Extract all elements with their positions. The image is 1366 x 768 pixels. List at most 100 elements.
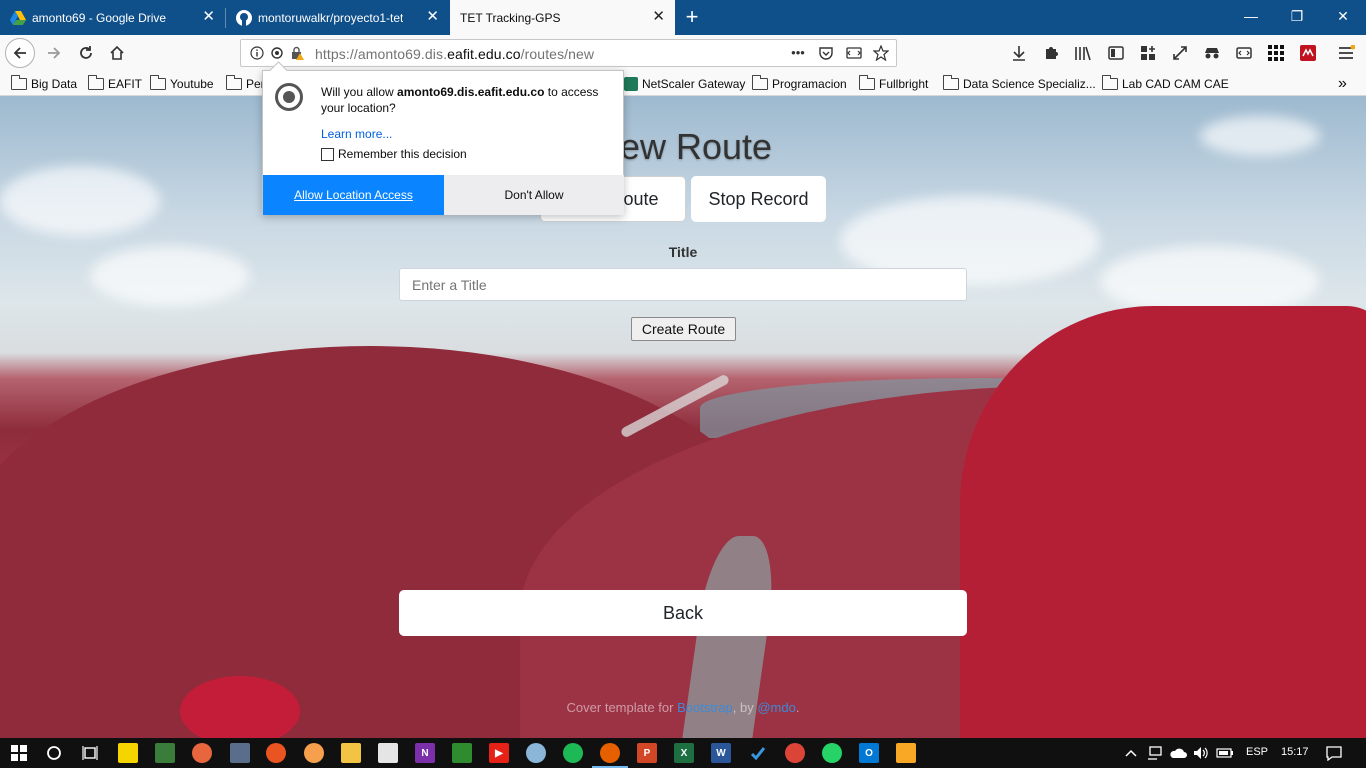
close-tab-icon[interactable]: ✕ bbox=[426, 9, 439, 25]
menu-hamburger-icon[interactable] bbox=[1336, 43, 1356, 63]
bookmarks-toolbar: Big Data EAFIT Youtube Per NetScaler Gat… bbox=[0, 72, 1366, 96]
app-icon-green[interactable] bbox=[155, 743, 175, 763]
library-icon[interactable] bbox=[1073, 43, 1093, 63]
folder-icon bbox=[150, 75, 166, 90]
apps-grid-icon[interactable] bbox=[1266, 43, 1286, 63]
spotify-icon[interactable] bbox=[563, 743, 583, 763]
remember-decision-checkbox[interactable]: Remember this decision bbox=[321, 147, 467, 161]
bookmark-folder[interactable]: Big Data bbox=[11, 75, 77, 93]
todo-check-icon[interactable] bbox=[748, 743, 768, 763]
outlook-icon[interactable]: O bbox=[859, 743, 879, 763]
bookmark-label: EAFIT bbox=[108, 77, 143, 91]
sublime-text-icon[interactable] bbox=[896, 743, 916, 763]
responsive-design-icon[interactable] bbox=[1234, 43, 1254, 63]
stop-record-button[interactable]: Stop Record bbox=[691, 176, 826, 222]
windows-start-icon[interactable] bbox=[9, 743, 29, 763]
powerpoint-icon[interactable]: P bbox=[637, 743, 657, 763]
battery-icon[interactable] bbox=[1215, 743, 1235, 763]
bookmark-label: NetScaler Gateway bbox=[642, 77, 746, 91]
bookmark-folder[interactable]: Per bbox=[226, 75, 265, 93]
firefox-icon[interactable] bbox=[600, 743, 620, 763]
reload-icon bbox=[80, 46, 92, 59]
page-actions-icon[interactable]: ••• bbox=[787, 44, 809, 60]
learn-more-link[interactable]: Learn more... bbox=[321, 127, 392, 141]
permission-prompt: Will you allow amonto69.dis.eafit.edu.co… bbox=[321, 84, 611, 116]
minimize-window-icon[interactable]: — bbox=[1228, 0, 1274, 33]
youtube-icon[interactable]: ▶ bbox=[489, 743, 509, 763]
restore-window-icon[interactable]: ❐ bbox=[1274, 0, 1320, 33]
url-text[interactable]: https://amonto69.dis.eafit.edu.co/routes… bbox=[315, 46, 594, 62]
dont-allow-button[interactable]: Don't Allow bbox=[444, 175, 624, 215]
language-indicator[interactable]: ESP bbox=[1246, 746, 1268, 758]
fullscreen-icon[interactable] bbox=[1170, 43, 1190, 63]
bookmark-folder[interactable]: Data Science Specializ... bbox=[943, 75, 1096, 93]
create-route-button[interactable]: Create Route bbox=[631, 317, 736, 341]
app-icon-blue[interactable] bbox=[230, 743, 250, 763]
volume-icon[interactable] bbox=[1191, 743, 1211, 763]
tab-label: TET Tracking-GPS bbox=[460, 10, 561, 25]
tab-tet-tracking[interactable]: TET Tracking-GPS ✕ bbox=[450, 0, 675, 35]
bookmark-label: Youtube bbox=[170, 77, 214, 91]
jupyter-icon[interactable] bbox=[304, 743, 324, 763]
network-icon[interactable] bbox=[1145, 743, 1165, 763]
pocket-icon[interactable] bbox=[818, 45, 834, 61]
word-icon[interactable]: W bbox=[711, 743, 731, 763]
remember-label: Remember this decision bbox=[338, 147, 467, 161]
onenote-icon[interactable]: N bbox=[415, 743, 435, 763]
onedrive-cloud-icon[interactable] bbox=[1168, 743, 1188, 763]
spreadsheet-app-icon[interactable] bbox=[452, 743, 472, 763]
bookmark-folder[interactable]: Lab CAD CAM CAE bbox=[1102, 75, 1229, 93]
sidebar-icon[interactable] bbox=[1106, 43, 1126, 63]
bookmark-link[interactable]: NetScaler Gateway bbox=[624, 75, 745, 93]
back-button-page[interactable]: Back bbox=[399, 590, 967, 636]
tab-google-drive[interactable]: amonto69 - Google Drive ✕ bbox=[0, 0, 225, 35]
forward-button[interactable] bbox=[39, 39, 69, 67]
title-input[interactable] bbox=[399, 268, 967, 301]
close-tab-icon[interactable]: ✕ bbox=[202, 9, 215, 25]
back-button[interactable] bbox=[5, 38, 35, 68]
url-bar[interactable]: https://amonto69.dis.eafit.edu.co/routes… bbox=[240, 39, 897, 67]
incognito-icon[interactable] bbox=[1202, 43, 1222, 63]
ubuntu-icon[interactable] bbox=[266, 743, 286, 763]
search-circle-icon[interactable] bbox=[44, 743, 64, 763]
tab-github[interactable]: montoruwalkr/proyecto1-tet ✕ bbox=[226, 0, 449, 35]
footer: Cover template for Bootstrap, by @mdo. bbox=[0, 700, 1366, 715]
location-permission-icon[interactable] bbox=[269, 45, 285, 61]
sticky-notes-icon[interactable] bbox=[118, 743, 138, 763]
site-info-icon[interactable] bbox=[249, 45, 265, 61]
new-tab-button[interactable]: + bbox=[680, 4, 704, 30]
home-button[interactable] bbox=[102, 39, 132, 67]
bookmarks-overflow-chevron-icon[interactable]: » bbox=[1338, 75, 1347, 93]
extensions-puzzle-icon[interactable] bbox=[1041, 43, 1061, 63]
close-window-icon[interactable]: ✕ bbox=[1320, 0, 1366, 33]
downloads-icon[interactable] bbox=[1009, 43, 1029, 63]
folder-icon bbox=[226, 75, 242, 90]
notepad-icon[interactable] bbox=[378, 743, 398, 763]
reload-button[interactable] bbox=[71, 39, 101, 67]
whatsapp-icon[interactable] bbox=[822, 743, 842, 763]
chrome-icon[interactable] bbox=[785, 743, 805, 763]
excel-icon[interactable]: X bbox=[674, 743, 694, 763]
bookmark-folder[interactable]: Fullbright bbox=[859, 75, 928, 93]
lock-warning-icon[interactable] bbox=[289, 45, 305, 61]
bookmark-label: Fullbright bbox=[879, 77, 929, 91]
allow-location-button[interactable]: Allow Location Access bbox=[263, 175, 444, 215]
reader-view-icon[interactable] bbox=[846, 45, 862, 61]
task-view-icon[interactable] bbox=[80, 743, 100, 763]
bookmark-folder[interactable]: EAFIT bbox=[88, 75, 142, 93]
bookmark-star-icon[interactable] bbox=[873, 45, 889, 61]
bookmark-folder[interactable]: Youtube bbox=[150, 75, 214, 93]
mdo-link[interactable]: @mdo bbox=[757, 700, 796, 715]
extension-red-icon[interactable] bbox=[1298, 43, 1318, 63]
tray-chevron-up-icon[interactable] bbox=[1121, 743, 1141, 763]
checkbox-icon[interactable] bbox=[321, 147, 334, 161]
containers-icon[interactable] bbox=[1138, 43, 1158, 63]
notifications-icon[interactable] bbox=[1324, 743, 1344, 763]
bootstrap-link[interactable]: Bootstrap bbox=[677, 700, 733, 715]
bookmark-folder[interactable]: Programacion bbox=[752, 75, 847, 93]
app-icon-orange[interactable] bbox=[192, 743, 212, 763]
file-explorer-icon[interactable] bbox=[341, 743, 361, 763]
app-icon-paint[interactable] bbox=[526, 743, 546, 763]
close-tab-icon[interactable]: ✕ bbox=[652, 9, 665, 25]
clock[interactable]: 15:17 bbox=[1281, 746, 1309, 758]
